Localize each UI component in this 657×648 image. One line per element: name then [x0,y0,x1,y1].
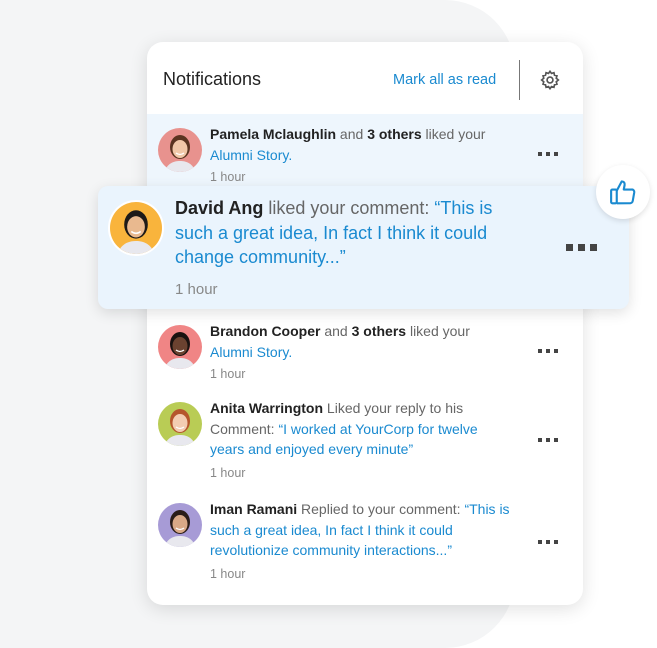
timestamp: 1 hour [210,566,246,581]
action-text: liked your [406,323,470,339]
avatar [158,402,202,446]
notification-item[interactable]: Brandon Cooper and 3 others liked your A… [147,321,583,393]
action-text: liked your comment: [263,198,435,218]
others-count: 3 others [351,323,407,339]
mark-all-read-link[interactable]: Mark all as read [393,72,496,88]
panel-title: Notifications [163,69,262,89]
more-options-button[interactable] [538,349,558,353]
avatar-image [110,202,162,254]
avatar-image [158,128,202,172]
user-name: David Ang [175,198,264,218]
thumbs-up-icon [610,180,636,205]
notification-item[interactable]: Pamela Mclaughlin and 3 others liked you… [147,114,583,194]
avatar [108,200,164,256]
avatar-image [158,402,202,446]
avatar-image [158,503,202,547]
avatar [158,128,202,172]
action-text: liked your [421,126,486,142]
divider [519,60,520,100]
notification-item[interactable]: Anita Warrington Liked your reply to his… [147,398,583,490]
more-options-button[interactable] [538,540,558,544]
more-options-button[interactable] [538,438,558,442]
timestamp: 1 hour [210,367,246,381]
user-name: Pamela Mclaughlin [210,126,337,142]
more-options-button[interactable] [566,244,597,251]
highlighted-notification[interactable]: David Ang liked your comment: “This is s… [98,186,629,309]
avatar [158,325,202,369]
timestamp: 1 hour [210,170,246,184]
like-badge [596,165,650,219]
text: and [320,323,352,339]
more-options-button[interactable] [538,152,558,156]
others-count: 3 others [367,126,422,142]
avatar-image [158,325,202,369]
action-text: Replied to your comment: [297,501,465,517]
story-link[interactable]: Alumni Story. [210,344,292,360]
gear-icon[interactable] [539,69,561,91]
user-name: Iman Ramani [210,501,298,517]
timestamp: 1 hour [175,280,218,298]
text: and [336,126,368,142]
user-name: Brandon Cooper [210,323,321,339]
user-name: Anita Warrington [210,400,324,416]
story-link[interactable]: Alumni Story. [210,147,292,163]
timestamp: 1 hour [210,465,246,480]
notification-item[interactable]: Iman Ramani Replied to your comment: “Th… [147,499,583,591]
notifications-panel: Notifications Mark all as read Pamela Mc… [147,42,583,605]
avatar [158,503,202,547]
